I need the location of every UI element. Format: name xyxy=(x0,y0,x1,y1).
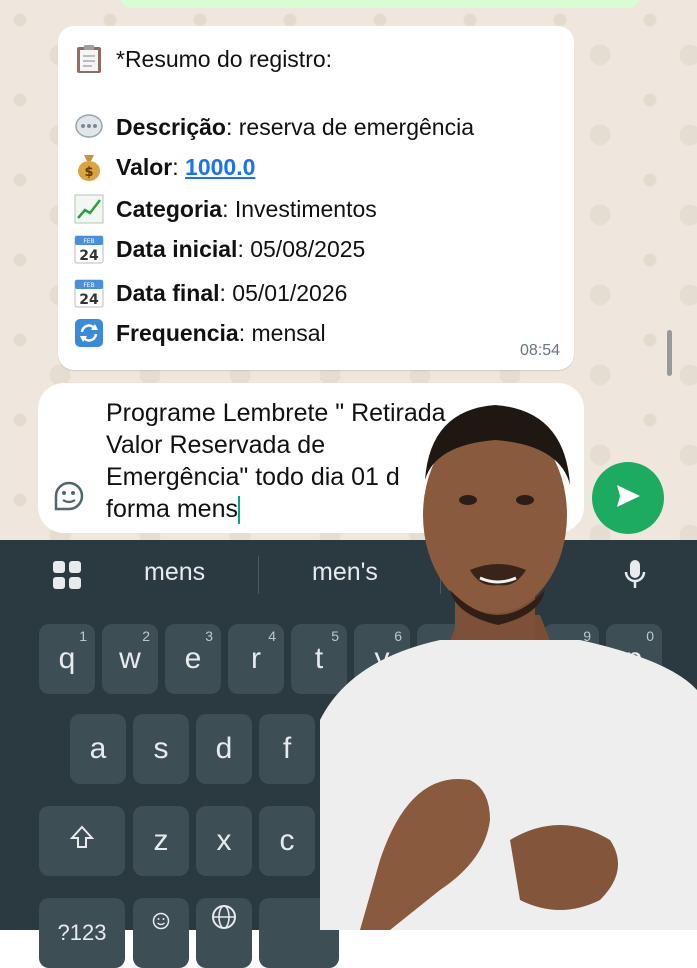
key-label: d xyxy=(215,732,233,765)
key-label: r xyxy=(251,642,261,675)
frequency-value: : mensal xyxy=(238,319,326,346)
key-label: ?123 xyxy=(57,920,107,945)
frequency-label: Frequencia xyxy=(116,319,239,346)
sticker-icon[interactable] xyxy=(52,479,86,513)
chart-increasing-icon xyxy=(74,194,104,224)
description-label: Descrição xyxy=(116,113,226,140)
language-key[interactable] xyxy=(196,898,252,968)
summary-header: *Resumo do registro: xyxy=(116,45,333,72)
emoji-icon xyxy=(152,904,170,938)
key-a[interactable]: a xyxy=(70,714,126,784)
apps-grid-icon[interactable] xyxy=(52,560,82,595)
calendar-day-label: 24 xyxy=(79,292,99,308)
key-label: c xyxy=(279,824,295,857)
category-value: : Investimentos xyxy=(222,195,377,222)
start-date-label: Data inicial xyxy=(116,235,238,262)
calendar-icon: FEB 24 xyxy=(74,234,104,264)
description-line: Descrição: reserva de emergência xyxy=(74,112,474,142)
globe-icon xyxy=(211,904,237,938)
key-r[interactable]: 4r xyxy=(228,624,284,694)
message-timestamp: 08:54 xyxy=(519,342,560,359)
clipboard-icon xyxy=(74,44,104,74)
value-amount-link[interactable]: 1000.0 xyxy=(185,154,255,181)
calendar-month-label: FEB xyxy=(83,282,94,289)
end-date-label: Data final xyxy=(116,279,220,306)
key-label: f xyxy=(282,732,292,765)
description-value: : reserva de emergência xyxy=(225,113,474,140)
start-date-line: FEB 24 Data inicial: 05/08/2025 xyxy=(74,234,365,264)
key-number-hint: 4 xyxy=(268,628,276,644)
value-label: Valor xyxy=(116,153,173,180)
presenter-video-overlay xyxy=(320,405,697,930)
suggestion-divider xyxy=(258,556,259,594)
previous-message-bubble xyxy=(120,0,640,8)
text-caret xyxy=(237,496,240,525)
key-number-hint: 1 xyxy=(79,628,87,644)
value-separator: : xyxy=(172,153,186,180)
end-date-line: FEB 24 Data final: 05/01/2026 xyxy=(74,278,347,308)
key-d[interactable]: d xyxy=(196,714,252,784)
key-q[interactable]: 1q xyxy=(39,624,95,694)
summary-message-bubble: *Resumo do registro: Descrição: reserva … xyxy=(58,26,574,370)
key-label: w xyxy=(119,642,141,675)
start-date-value: : 05/08/2025 xyxy=(237,235,366,262)
category-line: Categoria: Investimentos xyxy=(74,194,377,224)
end-date-value: : 05/01/2026 xyxy=(219,279,348,306)
key-c[interactable]: c xyxy=(259,806,315,876)
calendar-day-label: 24 xyxy=(79,248,99,264)
key-number-hint: 2 xyxy=(142,628,150,644)
svg-text:$: $ xyxy=(84,165,93,180)
key-f[interactable]: f xyxy=(259,714,315,784)
key-w[interactable]: 2w xyxy=(102,624,158,694)
speech-balloon-icon xyxy=(74,112,104,142)
summary-header-line: *Resumo do registro: xyxy=(74,44,332,74)
key-label: a xyxy=(89,732,107,765)
symbols-key[interactable]: ?123 xyxy=(39,898,125,968)
chat-scrollbar[interactable] xyxy=(667,330,672,376)
key-label: e xyxy=(184,642,202,675)
category-label: Categoria xyxy=(116,195,223,222)
key-s[interactable]: s xyxy=(133,714,189,784)
key-number-hint: 3 xyxy=(205,628,213,644)
key-label: z xyxy=(153,824,169,857)
emoji-key[interactable] xyxy=(133,898,189,968)
shift-key[interactable] xyxy=(39,806,125,876)
key-label: x xyxy=(216,824,232,857)
key-e[interactable]: 3e xyxy=(165,624,221,694)
calendar-icon: FEB 24 xyxy=(74,278,104,308)
shift-icon xyxy=(69,824,95,858)
repeat-icon xyxy=(74,318,104,348)
key-label: s xyxy=(153,732,169,765)
key-x[interactable]: x xyxy=(196,806,252,876)
calendar-month-label: FEB xyxy=(83,238,94,245)
value-line: $ Valor: 1000.0 xyxy=(74,152,255,182)
frequency-line: Frequencia: mensal xyxy=(74,318,326,348)
money-bag-icon: $ xyxy=(74,152,104,182)
key-label: q xyxy=(58,642,76,675)
key-z[interactable]: z xyxy=(133,806,189,876)
suggestion-1[interactable]: mens xyxy=(144,558,205,587)
